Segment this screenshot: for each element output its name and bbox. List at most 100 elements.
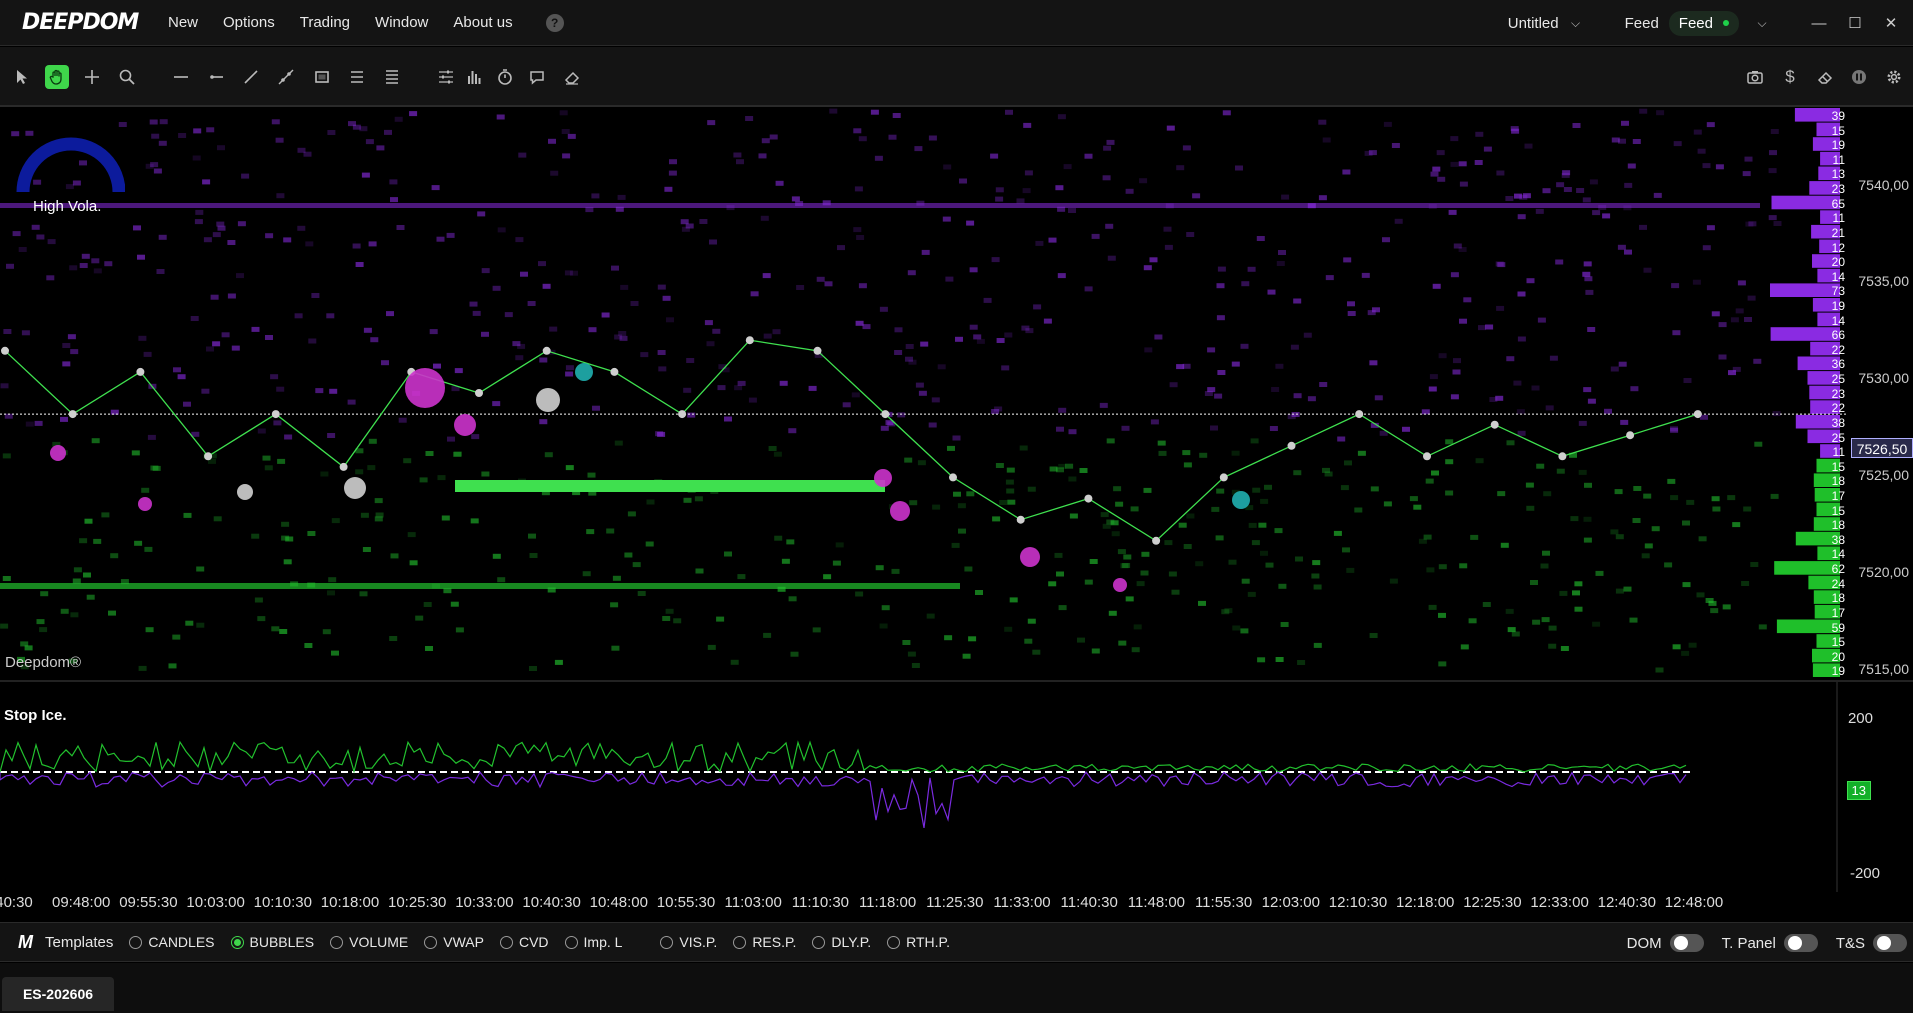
time-tick: 12:10:30 bbox=[1328, 894, 1388, 911]
lines-icon[interactable] bbox=[345, 65, 369, 89]
maximize-icon[interactable]: ☐ bbox=[1837, 14, 1873, 32]
price-point bbox=[1152, 536, 1161, 545]
time-tick: 09:48:00 bbox=[51, 894, 111, 911]
trade-bubble bbox=[454, 414, 476, 436]
volume-profile-value: 19 bbox=[1831, 138, 1845, 153]
menu-new[interactable]: New bbox=[168, 14, 198, 31]
tab-symbol[interactable]: ES-202606 bbox=[2, 977, 114, 1011]
clear-icon[interactable] bbox=[1813, 65, 1837, 89]
price-tick: 7540,00 bbox=[1858, 177, 1909, 193]
price-point bbox=[1084, 494, 1093, 503]
horizontal-ray-icon[interactable] bbox=[204, 65, 228, 89]
histogram-icon[interactable] bbox=[463, 65, 487, 89]
bars-icon[interactable] bbox=[380, 65, 404, 89]
volume-profile-value: 14 bbox=[1831, 547, 1845, 562]
price-tick: 7515,00 bbox=[1858, 661, 1909, 677]
current-price-badge: 7526,50 bbox=[1851, 438, 1913, 458]
close-icon[interactable]: ✕ bbox=[1873, 14, 1909, 32]
volume-profile-value: 18 bbox=[1831, 474, 1845, 489]
indicator-title: Stop Ice. bbox=[4, 707, 67, 724]
volume-profile-value: 18 bbox=[1831, 518, 1845, 533]
time-tick: 40:30 bbox=[0, 894, 33, 911]
price-line bbox=[4, 339, 1698, 542]
price-point bbox=[949, 473, 957, 482]
chevron-down-icon[interactable]: ⌵ bbox=[1753, 14, 1771, 32]
indicator-positive-line bbox=[0, 740, 1687, 774]
horizontal-line-icon[interactable] bbox=[169, 65, 193, 89]
price-tick: 7535,00 bbox=[1858, 273, 1909, 289]
template-res-p[interactable]: RES.P. bbox=[733, 934, 796, 950]
volatility-label: High Vola. bbox=[33, 198, 102, 215]
template-dly-p[interactable]: DLY.P. bbox=[812, 934, 871, 950]
help-icon[interactable]: ? bbox=[545, 13, 564, 32]
rectangle-icon[interactable] bbox=[310, 65, 334, 89]
time-tick: 12:18:00 bbox=[1395, 894, 1455, 911]
volume-profile-value: 11 bbox=[1832, 445, 1845, 460]
t-panel-toggle[interactable]: T. Panel bbox=[1722, 934, 1818, 952]
price-tick: 7530,00 bbox=[1858, 370, 1909, 386]
trade-bubble bbox=[890, 501, 910, 521]
dollar-icon[interactable]: $ bbox=[1778, 65, 1802, 89]
templates-logo-icon: M bbox=[18, 931, 33, 952]
trade-bubble bbox=[138, 497, 152, 511]
time-axis[interactable]: 40:30 09:48:00 09:55:30 10:03:00 10:10:30 10:… bbox=[0, 890, 1913, 914]
symbol-tabs: ES-202606 bbox=[0, 963, 1913, 1013]
heatmap-chart[interactable]: High Vola. Deepdom® 7540,00 7535,00 7530… bbox=[0, 108, 1913, 678]
volume-profile-value: 14 bbox=[1831, 269, 1845, 284]
comment-icon[interactable] bbox=[525, 65, 549, 89]
price-point bbox=[1558, 452, 1567, 461]
settings-icon[interactable] bbox=[1882, 65, 1906, 89]
template-volume[interactable]: VOLUME bbox=[330, 934, 408, 950]
indicator-axis-top: 200 bbox=[1847, 710, 1873, 727]
pointer-icon[interactable] bbox=[10, 65, 34, 89]
workspace-name[interactable]: Untitled bbox=[1508, 15, 1559, 32]
trade-bubble bbox=[874, 469, 892, 487]
volume-profile-value: 20 bbox=[1831, 255, 1845, 270]
price-axis[interactable]: 7540,00 7535,00 7530,00 7525,00 7520,00 … bbox=[1849, 108, 1913, 678]
feed-status-badge[interactable]: Feed bbox=[1668, 10, 1739, 36]
time-tick: 12:48:00 bbox=[1664, 894, 1724, 911]
menu-trading[interactable]: Trading bbox=[300, 14, 350, 31]
extended-line-icon[interactable] bbox=[274, 65, 298, 89]
feed-label: Feed bbox=[1624, 14, 1659, 32]
timer-icon[interactable] bbox=[493, 65, 517, 89]
template-vis-p[interactable]: VIS.P. bbox=[660, 934, 717, 950]
trend-line-icon[interactable] bbox=[239, 65, 263, 89]
price-point bbox=[542, 346, 551, 355]
volume-profile-value: 36 bbox=[1831, 357, 1845, 372]
template-bubbles[interactable]: BUBBLES bbox=[230, 934, 314, 950]
time-tick: 10:55:30 bbox=[656, 894, 716, 911]
zoom-icon[interactable] bbox=[115, 65, 139, 89]
menu-about-us[interactable]: About us bbox=[453, 14, 512, 31]
template-cvd[interactable]: CVD bbox=[499, 934, 549, 950]
price-point bbox=[136, 367, 145, 376]
hand-icon[interactable] bbox=[45, 65, 69, 89]
volume-profile-value: 19 bbox=[1831, 664, 1845, 679]
price-point bbox=[1355, 410, 1364, 419]
chevron-down-icon[interactable]: ⌵ bbox=[1567, 14, 1585, 32]
t-and-s-toggle[interactable]: T&S bbox=[1836, 934, 1907, 952]
crosshair-icon[interactable] bbox=[80, 65, 104, 89]
price-point bbox=[745, 336, 754, 345]
volume-profile-value: 62 bbox=[1831, 562, 1845, 577]
menu-options[interactable]: Options bbox=[223, 14, 275, 31]
volume-profile-value: 66 bbox=[1831, 328, 1845, 343]
eraser-icon[interactable] bbox=[560, 65, 584, 89]
pause-icon[interactable] bbox=[1847, 65, 1871, 89]
volatility-gauge bbox=[16, 137, 125, 193]
price-point bbox=[1287, 441, 1296, 450]
template-imp-l[interactable]: Imp. L bbox=[564, 934, 622, 950]
stop-ice-indicator[interactable]: Stop Ice. 200 -200 13 bbox=[0, 680, 1913, 892]
template-vwap[interactable]: VWAP bbox=[424, 934, 484, 950]
camera-icon[interactable] bbox=[1743, 65, 1767, 89]
trade-bubble bbox=[405, 368, 445, 408]
trade-bubble bbox=[237, 484, 253, 500]
time-tick: 11:03:00 bbox=[724, 894, 782, 911]
template-rth-p[interactable]: RTH.P. bbox=[887, 934, 950, 950]
template-candles[interactable]: CANDLES bbox=[129, 934, 215, 950]
menu-window[interactable]: Window bbox=[375, 14, 428, 31]
sliders-icon[interactable] bbox=[434, 65, 458, 89]
minimize-icon[interactable]: — bbox=[1801, 15, 1837, 32]
volume-profile-value: 23 bbox=[1831, 386, 1845, 401]
dom-toggle[interactable]: DOM bbox=[1627, 934, 1704, 952]
